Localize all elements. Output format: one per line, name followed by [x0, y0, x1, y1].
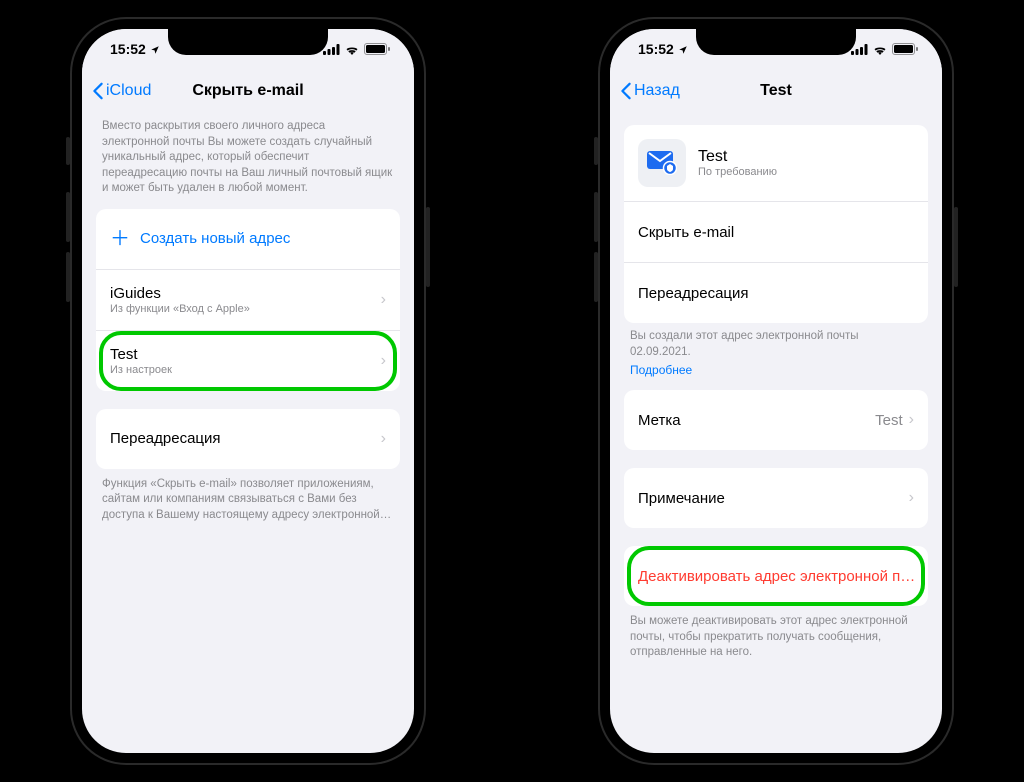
battery-icon: [892, 43, 918, 55]
side-button: [594, 192, 598, 242]
location-icon: [150, 45, 160, 55]
wifi-icon: [872, 44, 888, 55]
header-sub: По требованию: [698, 166, 777, 178]
wifi-icon: [344, 44, 360, 55]
screenshot-stage: 15:52 iCloud Скрыть e-mail Вместо раскры…: [0, 0, 1024, 782]
header-title: Test: [698, 148, 777, 166]
back-button[interactable]: iCloud: [92, 69, 151, 113]
screen-left: 15:52 iCloud Скрыть e-mail Вместо раскры…: [82, 29, 414, 753]
header-card: Test По требованию: [624, 125, 928, 201]
address-row-iguides[interactable]: iGuides Из функции «Вход с Apple» ›: [96, 269, 400, 330]
intro-text: Вместо раскрытия своего личного адреса э…: [96, 113, 400, 209]
chevron-right-icon: ›: [909, 489, 914, 507]
addresses-group: ＋ Создать новый адрес iGuides Из функции…: [96, 209, 400, 391]
chevron-left-icon: [92, 82, 104, 100]
back-button[interactable]: Назад: [620, 69, 680, 113]
deactivate-footer: Вы можете деактивировать этот адрес элек…: [624, 614, 928, 673]
footer-text: Функция «Скрыть e-mail» позволяет прилож…: [96, 477, 400, 536]
label-row[interactable]: Метка Test ›: [624, 390, 928, 450]
device-left: 15:52 iCloud Скрыть e-mail Вместо раскры…: [70, 17, 426, 765]
label-name: Метка: [638, 412, 875, 429]
forward-label: Переадресация: [110, 430, 381, 447]
address-title: Test: [110, 346, 381, 363]
side-button: [66, 192, 70, 242]
side-button: [66, 137, 70, 165]
note-group: Примечание ›: [624, 468, 928, 528]
notch: [696, 29, 856, 55]
address-sub: Из функции «Вход с Apple»: [110, 303, 381, 315]
side-button: [594, 252, 598, 302]
status-time: 15:52: [110, 41, 160, 57]
hide-email-label: Скрыть e-mail: [638, 224, 914, 241]
create-address-label: Создать новый адрес: [140, 230, 290, 247]
deactivate-group: Деактивировать адрес электронной п…: [624, 546, 928, 606]
nav-bar: iCloud Скрыть e-mail: [82, 69, 414, 113]
forward-group: Переадресация ›: [96, 409, 400, 469]
hide-email-row[interactable]: Скрыть e-mail: [624, 201, 928, 262]
side-button: [426, 207, 430, 287]
deactivate-label: Деактивировать адрес электронной п…: [638, 568, 915, 585]
address-sub: Из настроек: [110, 364, 381, 376]
content-right: Test По требованию Скрыть e-mail Переадр…: [610, 113, 942, 753]
more-link[interactable]: Подробнее: [630, 360, 922, 378]
side-button: [66, 252, 70, 302]
notch: [168, 29, 328, 55]
chevron-right-icon: ›: [381, 291, 386, 309]
created-text: Вы создали этот адрес электронной почты …: [624, 329, 928, 390]
label-value: Test: [875, 412, 903, 429]
note-label: Примечание: [638, 490, 909, 507]
note-row[interactable]: Примечание ›: [624, 468, 928, 528]
chevron-right-icon: ›: [381, 352, 386, 370]
plus-icon: ＋: [110, 229, 130, 249]
address-row-test[interactable]: Test Из настроек ›: [96, 330, 400, 391]
content-left: Вместо раскрытия своего личного адреса э…: [82, 113, 414, 753]
chevron-left-icon: [620, 82, 632, 100]
screen-right: 15:52 Назад Test: [610, 29, 942, 753]
mail-privacy-icon: [638, 139, 686, 187]
location-icon: [678, 45, 688, 55]
nav-title: Скрыть e-mail: [192, 82, 303, 100]
create-address-button[interactable]: ＋ Создать новый адрес: [96, 209, 400, 269]
deactivate-button[interactable]: Деактивировать адрес электронной п…: [624, 546, 928, 606]
back-label: iCloud: [106, 82, 151, 100]
side-button: [954, 207, 958, 287]
forward-row[interactable]: Переадресация: [624, 262, 928, 323]
nav-title: Test: [760, 82, 792, 100]
nav-bar: Назад Test: [610, 69, 942, 113]
forward-label: Переадресация: [638, 285, 914, 302]
battery-icon: [364, 43, 390, 55]
forward-row[interactable]: Переадресация ›: [96, 409, 400, 469]
status-time: 15:52: [638, 41, 688, 57]
device-right: 15:52 Назад Test: [598, 17, 954, 765]
label-group: Метка Test ›: [624, 390, 928, 450]
header-group: Test По требованию Скрыть e-mail Переадр…: [624, 125, 928, 323]
chevron-right-icon: ›: [909, 411, 914, 429]
back-label: Назад: [634, 82, 680, 100]
address-title: iGuides: [110, 285, 381, 302]
side-button: [594, 137, 598, 165]
chevron-right-icon: ›: [381, 430, 386, 448]
